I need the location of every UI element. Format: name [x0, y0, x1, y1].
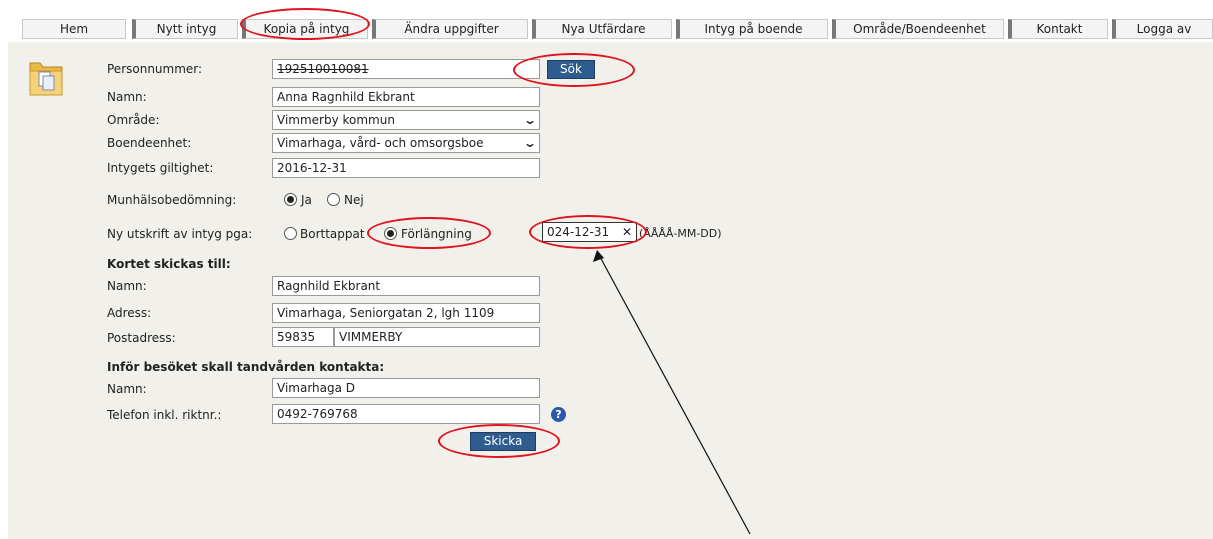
tab-logga-av[interactable]: Logga av	[1112, 19, 1213, 39]
boendeenhet-label: Boendeenhet:	[107, 136, 192, 150]
tab-andra-uppgifter[interactable]: Ändra uppgifter	[372, 19, 528, 39]
forlangning-radio[interactable]	[384, 227, 397, 240]
omrade-select[interactable]: Vimmerby kommun ⌄	[272, 110, 540, 130]
borttappat-label: Borttappat	[300, 227, 365, 241]
tab-hem[interactable]: Hem	[22, 19, 126, 39]
utskrift-label: Ny utskrift av intyg pga:	[107, 227, 253, 241]
tab-omrade-boendeenhet[interactable]: Område/Boendeenhet	[832, 19, 1004, 39]
namn-input[interactable]: Anna Ragnhild Ekbrant	[272, 87, 540, 107]
borttappat-radio[interactable]	[284, 227, 297, 240]
kontakt-namn-input[interactable]: Vimarhaga D	[272, 378, 540, 398]
namn-label: Namn:	[107, 90, 147, 104]
date-format-hint: (ÅÅÅÅ-MM-DD)	[639, 227, 722, 240]
kortet-namn-input[interactable]: Ragnhild Ekbrant	[272, 276, 540, 296]
munhalsa-nej-radio[interactable]	[327, 193, 340, 206]
top-navigation: Hem Nytt intyg Kopia på intyg Ändra uppg…	[8, 13, 1213, 39]
content-panel	[8, 42, 1213, 539]
kortet-adress-label: Adress:	[107, 306, 152, 320]
personnummer-input[interactable]: 192510010081	[272, 59, 540, 79]
kortet-heading: Kortet skickas till:	[107, 257, 231, 271]
folder-copy-icon	[29, 62, 63, 96]
omrade-label: Område:	[107, 113, 160, 127]
tab-kopia-pa-intyg[interactable]: Kopia på intyg	[242, 19, 368, 39]
help-icon[interactable]: ?	[551, 407, 566, 422]
clear-x-icon[interactable]: ✕	[622, 223, 632, 241]
search-button[interactable]: Sök	[547, 60, 595, 79]
forlangning-label: Förlängning	[401, 227, 472, 241]
munhalsa-ja-label: Ja	[301, 193, 312, 207]
postnummer-input[interactable]: 59835	[272, 327, 334, 347]
chevron-down-icon: ⌄	[522, 113, 538, 127]
kortet-adress-input[interactable]: Vimarhaga, Seniorgatan 2, lgh 1109	[272, 303, 540, 323]
munhalsa-nej-label: Nej	[344, 193, 364, 207]
tab-kontakt[interactable]: Kontakt	[1008, 19, 1108, 39]
telefon-input[interactable]: 0492-769768	[272, 404, 540, 424]
date-input[interactable]: 024-12-31 ✕	[542, 222, 637, 242]
munhalsa-label: Munhälsobedömning:	[107, 193, 237, 207]
boendeenhet-select-value: Vimarhaga, vård- och omsorgsboe	[277, 136, 484, 150]
telefon-label: Telefon inkl. riktnr.:	[107, 408, 222, 422]
tab-intyg-pa-boende[interactable]: Intyg på boende	[676, 19, 828, 39]
date-input-value: 024-12-31	[547, 225, 610, 239]
chevron-down-icon: ⌄	[522, 136, 538, 150]
kontakt-heading: Inför besöket skall tandvården kontakta:	[107, 360, 385, 374]
omrade-select-value: Vimmerby kommun	[277, 113, 395, 127]
boendeenhet-select[interactable]: Vimarhaga, vård- och omsorgsboe ⌄	[272, 133, 540, 153]
munhalsa-ja-radio[interactable]	[284, 193, 297, 206]
personnummer-label: Personnummer:	[107, 62, 203, 76]
kortet-namn-label: Namn:	[107, 279, 147, 293]
ort-input[interactable]: VIMMERBY	[334, 327, 540, 347]
tab-nya-utfardare[interactable]: Nya Utfärdare	[532, 19, 672, 39]
submit-button[interactable]: Skicka	[470, 432, 536, 451]
giltighet-label: Intygets giltighet:	[107, 161, 214, 175]
tab-nytt-intyg[interactable]: Nytt intyg	[132, 19, 238, 39]
giltighet-input[interactable]: 2016-12-31	[272, 158, 540, 178]
kontakt-namn-label: Namn:	[107, 382, 147, 396]
kortet-postadress-label: Postadress:	[107, 331, 176, 345]
